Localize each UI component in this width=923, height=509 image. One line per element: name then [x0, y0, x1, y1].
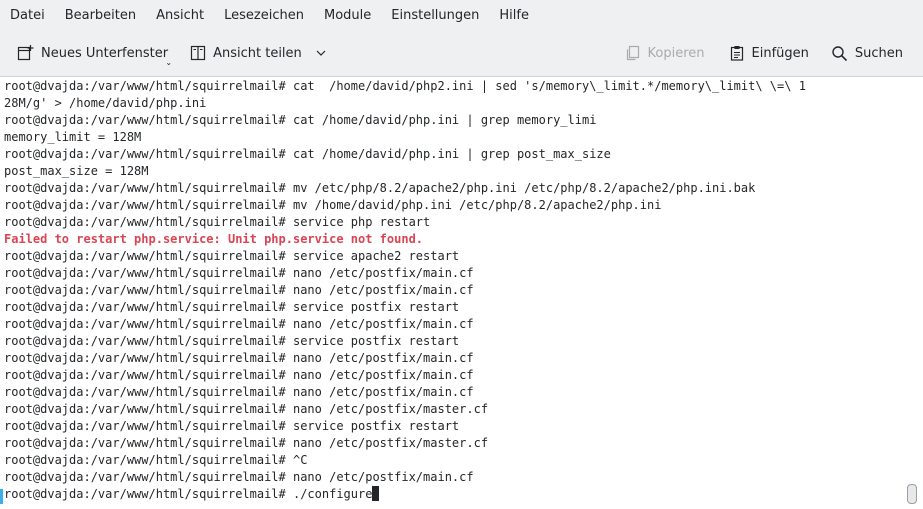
terminal-line: root@dvajda:/var/www/html/squirrelmail# …	[4, 436, 489, 450]
menu-hilfe[interactable]: Hilfe	[489, 0, 539, 31]
terminal-error-line: Failed to restart php.service: Unit php.…	[4, 232, 424, 246]
terminal-line: root@dvajda:/var/www/html/squirrelmail# …	[4, 113, 597, 127]
terminal-line: root@dvajda:/var/www/html/squirrelmail# …	[4, 181, 756, 195]
paste-icon	[729, 45, 745, 61]
split-view-icon	[190, 45, 206, 61]
terminal-line: root@dvajda:/var/www/html/squirrelmail# …	[4, 385, 474, 399]
terminal-line: root@dvajda:/var/www/html/squirrelmail# …	[4, 317, 474, 331]
split-view-button[interactable]: Ansicht teilen	[184, 37, 333, 69]
terminal-line: root@dvajda:/var/www/html/squirrelmail# …	[4, 351, 474, 365]
text-cursor	[372, 486, 380, 501]
menu-einstellungen[interactable]: Einstellungen	[381, 0, 489, 31]
new-tab-label: Neues Unterfenster	[41, 45, 169, 61]
terminal-line: root@dvajda:/var/www/html/squirrelmail# …	[4, 334, 460, 348]
toolbar: Neues Unterfenster ⌄ Ansicht teilen Kopi…	[0, 31, 923, 75]
terminal-line: root@dvajda:/var/www/html/squirrelmail# …	[4, 198, 662, 212]
search-button[interactable]: Suchen	[825, 37, 909, 69]
terminal-line: post_max_size = 128M	[4, 164, 149, 178]
terminal-line: root@dvajda:/var/www/html/squirrelmail# …	[4, 249, 460, 263]
terminal-line: root@dvajda:/var/www/html/squirrelmail# …	[4, 266, 474, 280]
search-icon	[831, 45, 848, 62]
terminal-line: 28M/g' > /home/david/php.ini	[4, 96, 207, 110]
new-tab-button[interactable]: Neues Unterfenster ⌄	[10, 37, 174, 69]
terminal-line: root@dvajda:/var/www/html/squirrelmail# …	[4, 79, 806, 93]
terminal-line: root@dvajda:/var/www/html/squirrelmail# …	[4, 283, 474, 297]
menu-datei[interactable]: Datei	[0, 0, 55, 31]
terminal-output: root@dvajda:/var/www/html/squirrelmail# …	[4, 78, 806, 503]
terminal-line: root@dvajda:/var/www/html/squirrelmail# …	[4, 402, 489, 416]
paste-button[interactable]: Einfügen	[723, 37, 815, 69]
terminal-line: root@dvajda:/var/www/html/squirrelmail# …	[4, 470, 474, 484]
menu-lesezeichen[interactable]: Lesezeichen	[214, 0, 314, 31]
menubar: Datei Bearbeiten Ansicht Lesezeichen Mod…	[0, 0, 923, 31]
split-view-label: Ansicht teilen	[213, 45, 302, 61]
copy-button[interactable]: Kopieren	[619, 37, 711, 69]
new-tab-icon	[16, 44, 34, 62]
terminal-line: root@dvajda:/var/www/html/squirrelmail# …	[4, 419, 460, 433]
menu-bearbeiten[interactable]: Bearbeiten	[55, 0, 146, 31]
copy-icon	[625, 45, 641, 61]
terminal-line: root@dvajda:/var/www/html/squirrelmail# …	[4, 368, 474, 382]
terminal-line: root@dvajda:/var/www/html/squirrelmail# …	[4, 453, 308, 467]
menu-ansicht[interactable]: Ansicht	[146, 0, 214, 31]
menu-module[interactable]: Module	[314, 0, 381, 31]
search-label: Suchen	[854, 45, 903, 61]
terminal-line: memory_limit = 128M	[4, 130, 142, 144]
paste-label: Einfügen	[751, 45, 809, 61]
scrollbar-handle[interactable]	[907, 484, 917, 504]
new-tab-menu-indicator-icon: ⌄	[165, 58, 173, 67]
terminal-line: root@dvajda:/var/www/html/squirrelmail# …	[4, 300, 460, 314]
terminal-view[interactable]: root@dvajda:/var/www/html/squirrelmail# …	[0, 76, 923, 509]
copy-label: Kopieren	[647, 45, 705, 61]
prompt-marker	[0, 489, 3, 504]
terminal-line: root@dvajda:/var/www/html/squirrelmail# …	[4, 486, 806, 503]
terminal-line: root@dvajda:/var/www/html/squirrelmail# …	[4, 147, 611, 161]
terminal-line: root@dvajda:/var/www/html/squirrelmail# …	[4, 215, 431, 229]
chevron-down-icon[interactable]	[315, 47, 327, 59]
